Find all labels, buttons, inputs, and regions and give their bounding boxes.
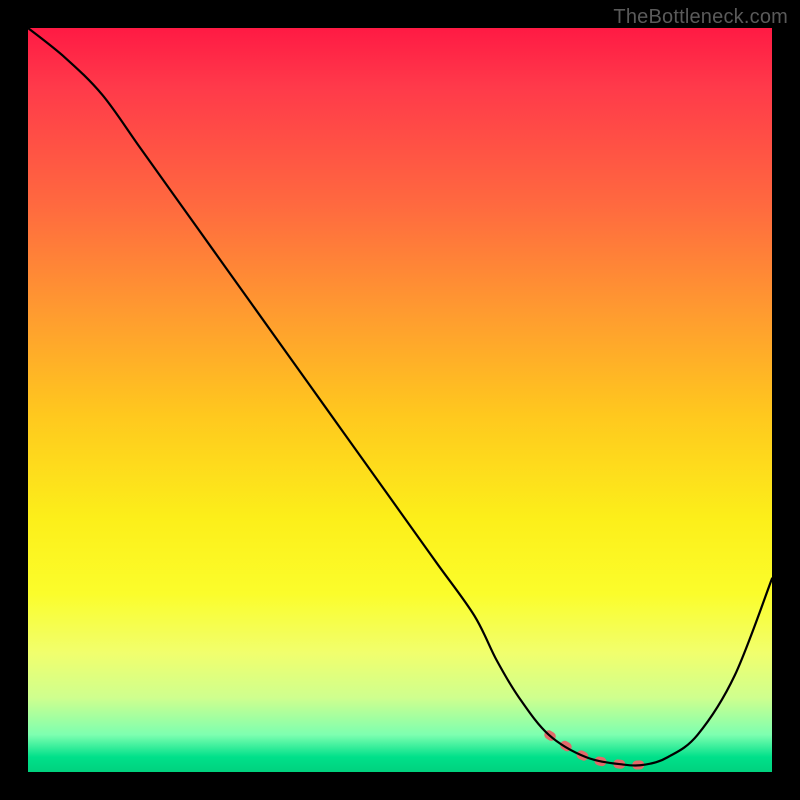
watermark-text: TheBottleneck.com xyxy=(613,6,788,29)
chart-svg xyxy=(28,28,772,772)
chart-plot-area xyxy=(28,28,772,772)
bottleneck-curve xyxy=(28,28,772,765)
